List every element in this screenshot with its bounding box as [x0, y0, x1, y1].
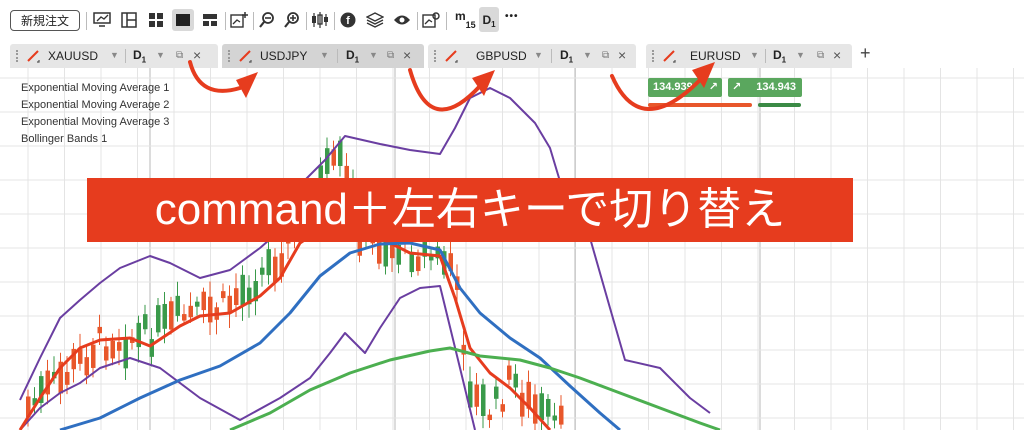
arrow-path	[408, 68, 482, 112]
arrowhead	[236, 72, 258, 98]
arrow-path	[188, 60, 242, 93]
instruction-banner: command＋左右キーで切り替え	[87, 178, 853, 242]
arrow-path	[610, 74, 702, 111]
